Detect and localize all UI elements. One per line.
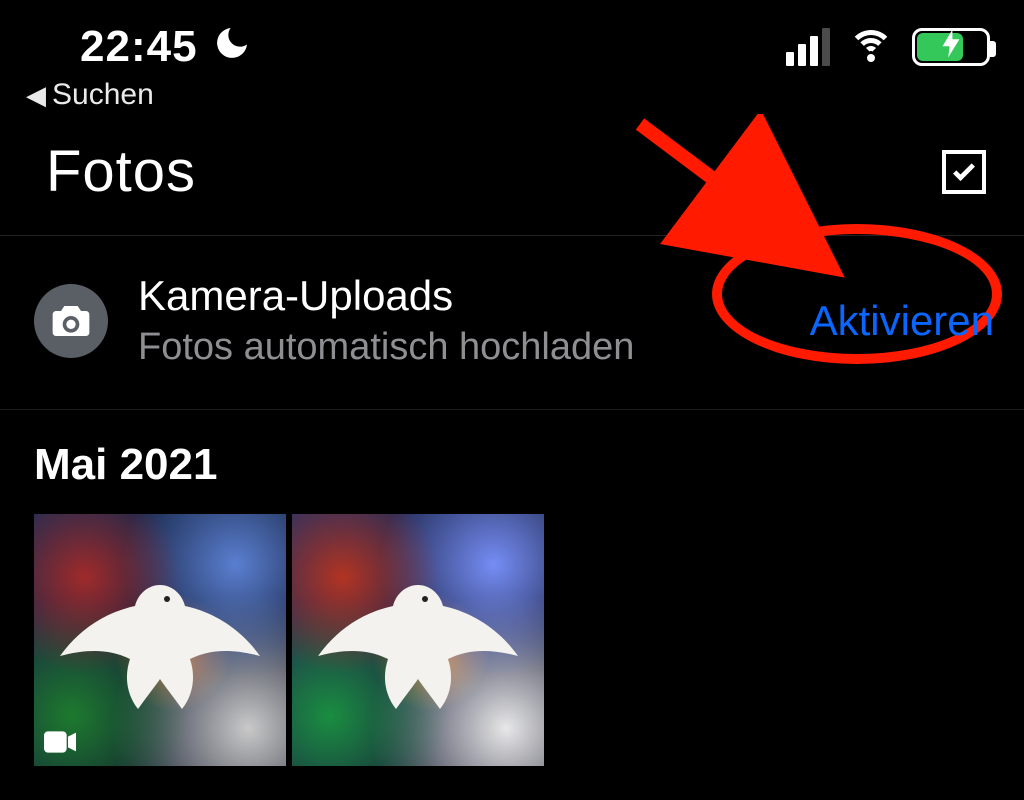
status-right bbox=[786, 28, 990, 66]
camera-icon bbox=[34, 284, 108, 358]
cellular-signal-icon bbox=[786, 28, 830, 66]
back-nav[interactable]: ◀ Suchen bbox=[0, 72, 1024, 112]
video-badge-icon bbox=[44, 731, 76, 758]
thumbnail-row bbox=[34, 514, 1024, 766]
photo-thumbnail[interactable] bbox=[34, 514, 286, 766]
activate-button[interactable]: Aktivieren bbox=[810, 297, 994, 345]
camera-upload-row: Kamera-Uploads Fotos automatisch hochlad… bbox=[0, 236, 1024, 410]
month-section: Mai 2021 bbox=[0, 410, 1024, 766]
moon-icon bbox=[212, 23, 252, 71]
camera-upload-title: Kamera-Uploads bbox=[138, 272, 810, 320]
back-label: Suchen bbox=[52, 78, 154, 112]
photo-thumbnail[interactable] bbox=[292, 514, 544, 766]
checkmark-icon bbox=[950, 158, 978, 186]
camera-upload-text: Kamera-Uploads Fotos automatisch hochlad… bbox=[138, 272, 810, 369]
back-caret-icon: ◀ bbox=[26, 80, 46, 111]
wifi-icon bbox=[848, 30, 894, 64]
dove-art-icon bbox=[313, 565, 523, 715]
page-title: Fotos bbox=[46, 138, 196, 205]
dove-art-icon bbox=[55, 565, 265, 715]
select-mode-button[interactable] bbox=[942, 150, 986, 194]
camera-upload-subtitle: Fotos automatisch hochladen bbox=[138, 326, 810, 369]
status-bar: 22:45 bbox=[0, 0, 1024, 72]
status-time: 22:45 bbox=[80, 22, 198, 72]
battery-charging-icon bbox=[912, 28, 990, 66]
month-title: Mai 2021 bbox=[34, 440, 1024, 490]
page-header: Fotos bbox=[0, 112, 1024, 236]
status-left: 22:45 bbox=[0, 22, 252, 72]
